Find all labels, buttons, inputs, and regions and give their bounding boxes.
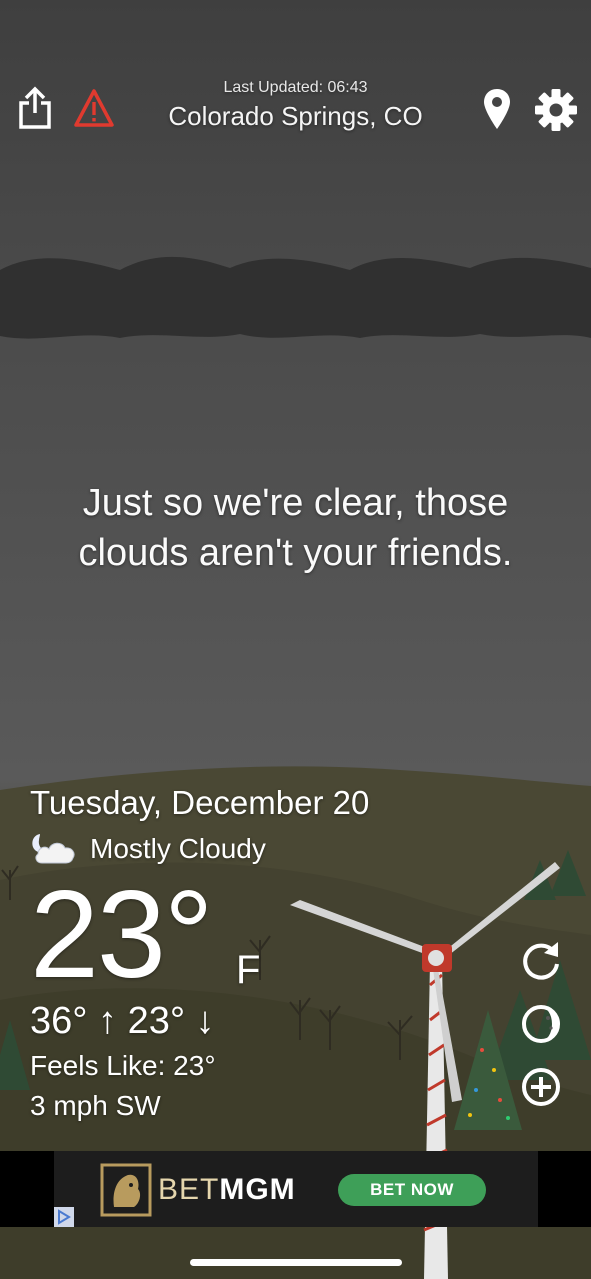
- condition-row: Mostly Cloudy: [30, 832, 266, 866]
- scene-background: [0, 256, 591, 1279]
- ad-cta-button[interactable]: BET NOW: [338, 1174, 486, 1206]
- settings-button[interactable]: [532, 86, 580, 134]
- refresh-icon: [523, 942, 559, 980]
- current-temperature: 23°: [30, 866, 214, 1004]
- moon-phase-icon: [522, 1005, 560, 1043]
- feels-like-temperature: Feels Like: 23°: [30, 1050, 216, 1081]
- ad-brand-mgm: MGM: [219, 1173, 296, 1206]
- ad-banner[interactable]: BETMGM BET NOW: [0, 1151, 591, 1227]
- ad-brand-bet: BET: [158, 1173, 220, 1206]
- gear-icon: [535, 89, 577, 131]
- plus-circle-icon: [522, 1068, 560, 1106]
- partly-cloudy-night-icon: [32, 834, 75, 864]
- snarky-forecast-text: Just so we're clear, those clouds aren't…: [78, 482, 513, 574]
- refresh-button[interactable]: [518, 938, 564, 984]
- ad-brand-name: BETMGM: [158, 1173, 296, 1207]
- wind-speed: 3 mph SW: [30, 1090, 161, 1121]
- location-button[interactable]: [478, 86, 516, 132]
- map-pin-icon: [484, 89, 510, 129]
- adchoices-icon[interactable]: [54, 1207, 74, 1227]
- lion-logo-icon: [100, 1163, 152, 1217]
- high-low-temperature: 36° ↑ 23° ↓: [30, 1000, 215, 1042]
- ad-creative[interactable]: BETMGM BET NOW: [54, 1151, 538, 1227]
- home-indicator[interactable]: [190, 1259, 402, 1266]
- forecast-date: Tuesday, December 20: [30, 784, 370, 821]
- condition-text: Mostly Cloudy: [90, 833, 266, 864]
- storm-cloud: [0, 256, 591, 339]
- moon-phase-button[interactable]: [518, 1001, 564, 1047]
- temperature-unit: F: [236, 948, 261, 992]
- add-location-button[interactable]: [518, 1064, 564, 1110]
